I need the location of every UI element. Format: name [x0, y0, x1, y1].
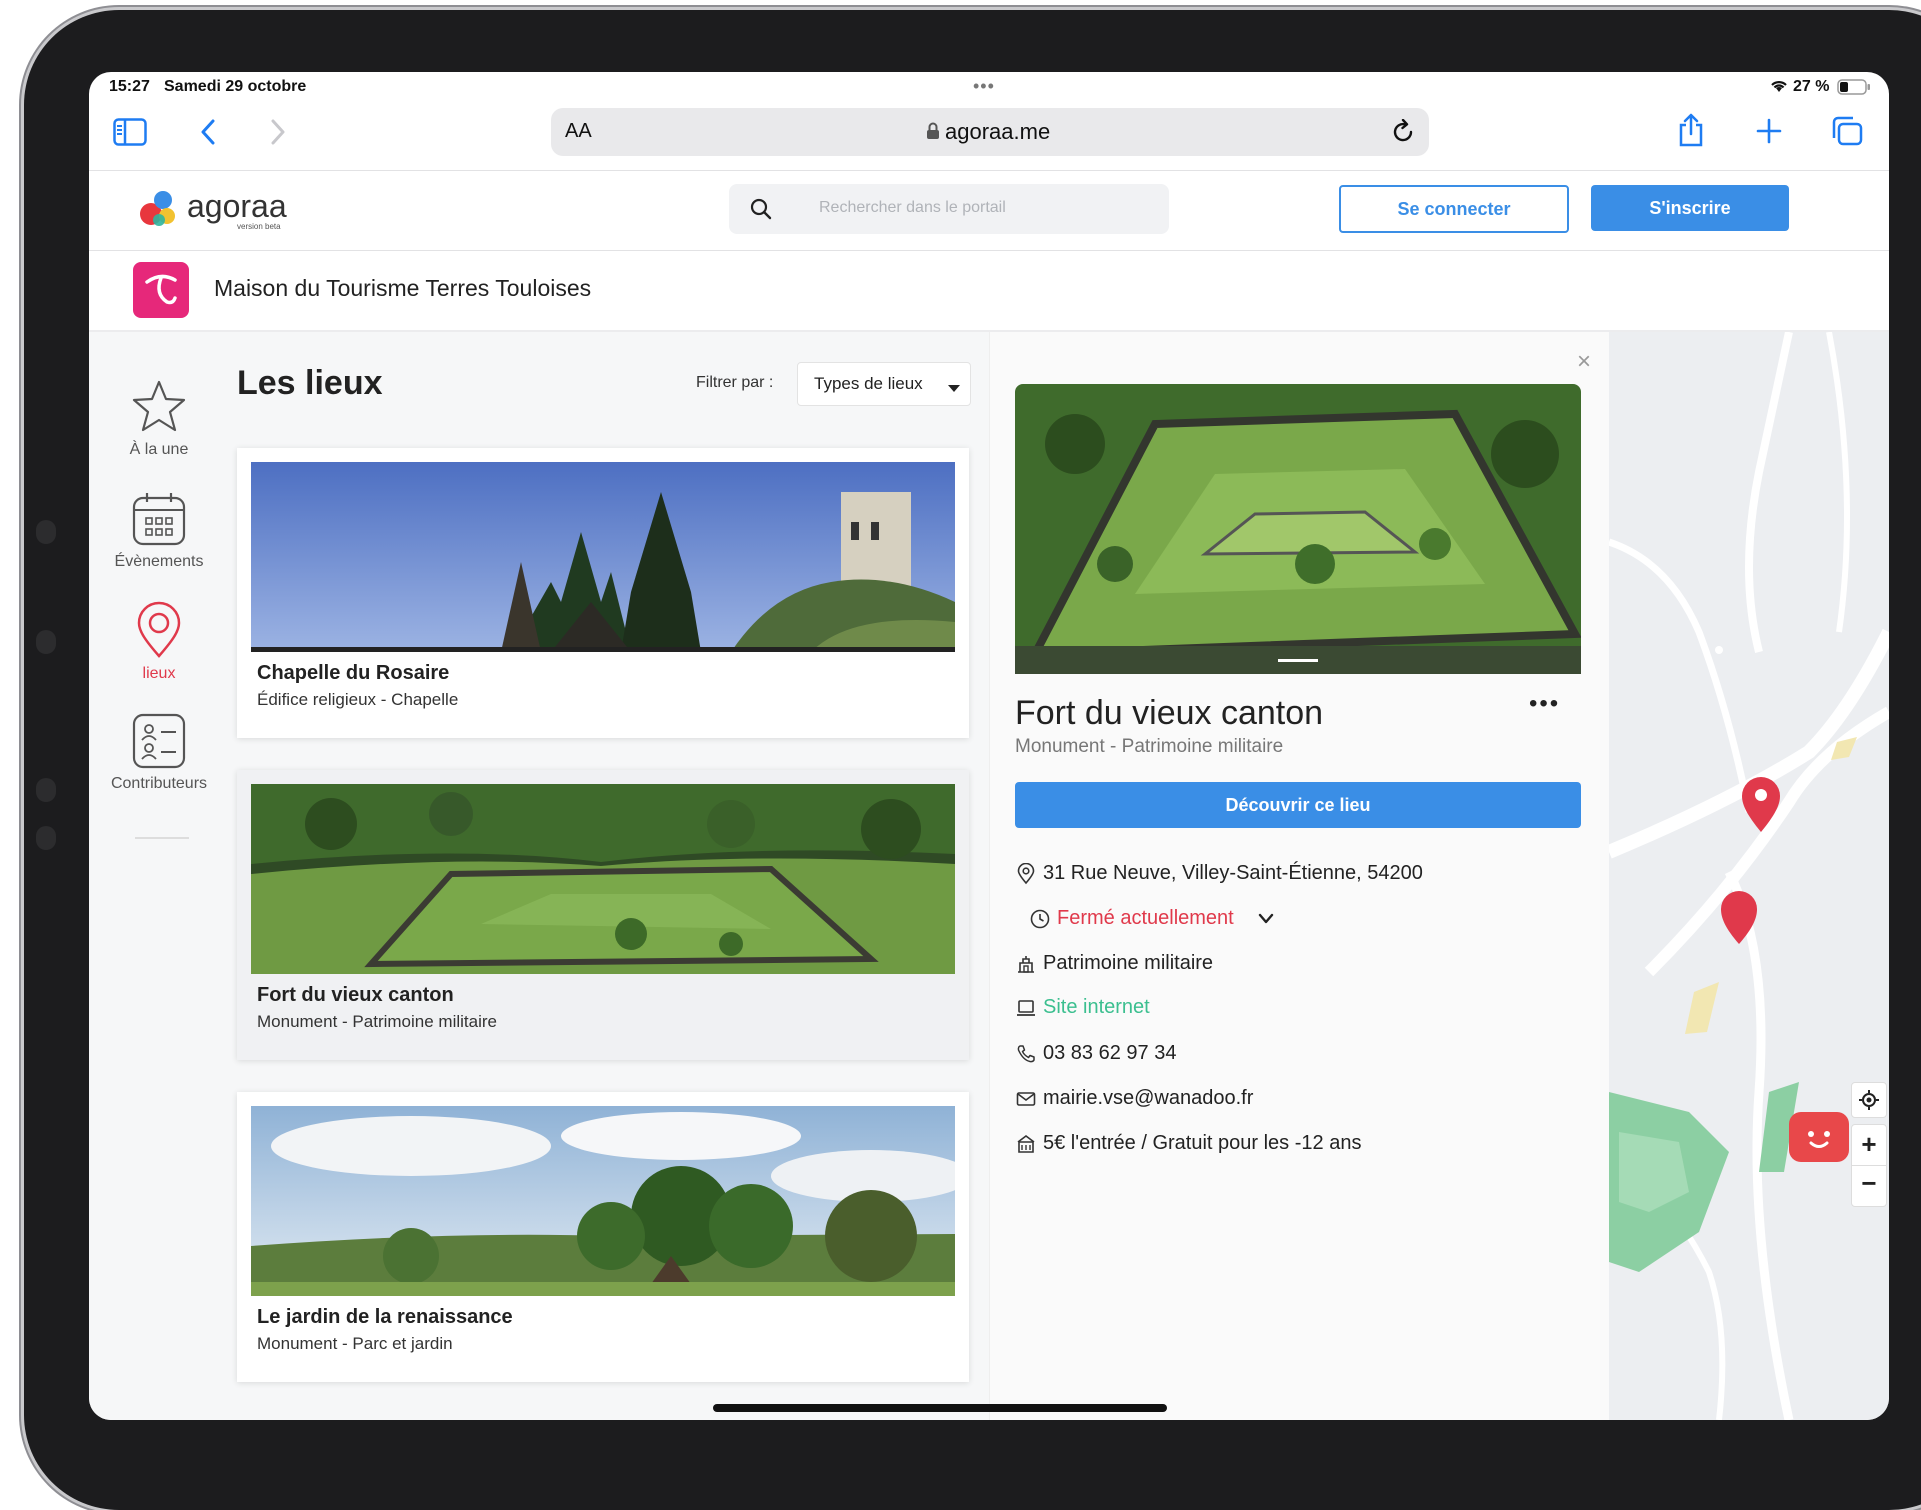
place-card[interactable]: Le jardin de la renaissance Monument - P… [237, 1092, 969, 1382]
place-card-selected[interactable]: Fort du vieux canton Monument - Patrimoi… [237, 770, 969, 1060]
back-arrow-icon[interactable] [199, 118, 217, 151]
battery-percent: 27 % [1793, 78, 1830, 95]
clock-icon [1030, 909, 1050, 928]
detail-title: Fort du vieux canton [1015, 694, 1324, 732]
mail-icon [1016, 1091, 1036, 1106]
site-logo-text[interactable]: agoraa [187, 188, 287, 225]
multitask-dots-icon[interactable]: ••• [973, 76, 995, 97]
opening-hours-row[interactable]: Fermé actuellement [1029, 907, 1274, 930]
website-row[interactable]: Site internet [1015, 996, 1150, 1019]
detail-photo-fort[interactable] [1015, 384, 1581, 674]
site-logo-sub: version beta [237, 222, 281, 231]
chat-bot-button[interactable] [1789, 1112, 1849, 1162]
nav-evenements[interactable]: Évènements [99, 490, 219, 571]
hardware-button [36, 630, 56, 654]
detail-email[interactable]: mairie.vse@wanadoo.fr [1043, 1087, 1253, 1110]
locate-me-icon[interactable] [1851, 1082, 1887, 1118]
map-zoom-in-button[interactable]: + [1851, 1124, 1887, 1166]
detail-price: 5€ l'entrée / Gratuit pour les -12 ans [1043, 1132, 1362, 1154]
hardware-button [36, 778, 56, 802]
wifi-icon [1769, 78, 1789, 99]
place-card[interactable]: Chapelle du Rosaire Édifice religieux - … [237, 448, 969, 738]
map-view[interactable] [1609, 332, 1889, 1420]
price-row: 5€ l'entrée / Gratuit pour les -12 ans [1015, 1132, 1361, 1155]
login-button[interactable]: Se connecter [1339, 185, 1569, 233]
hardware-button [36, 826, 56, 850]
forward-arrow-icon[interactable] [269, 118, 287, 151]
chat-bot-face-icon [1808, 1131, 1830, 1148]
calendar-icon [132, 493, 186, 546]
contacts-icon [132, 713, 186, 769]
place-photo-fort [251, 784, 955, 974]
status-time: 15:27 [109, 78, 150, 95]
close-icon[interactable]: × [1577, 348, 1591, 376]
org-logo[interactable] [133, 262, 189, 318]
dropdown-caret-icon [948, 380, 960, 398]
hardware-button [36, 520, 56, 544]
agoraa-logo-mark[interactable] [139, 186, 179, 235]
place-category: Monument - Patrimoine militaire [257, 1012, 497, 1031]
text-size-button[interactable]: AA [565, 120, 592, 143]
place-category: Édifice religieux - Chapelle [257, 690, 459, 709]
search-placeholder: Rechercher dans le portail [819, 199, 1006, 216]
map-pin-icon [137, 601, 181, 658]
place-category: Monument - Parc et jardin [257, 1334, 453, 1353]
reload-icon[interactable] [1391, 118, 1415, 150]
tabs-overview-icon[interactable] [1831, 116, 1863, 151]
website-link[interactable]: Site internet [1043, 996, 1150, 1019]
nav-divider [135, 837, 189, 839]
home-indicator [713, 1404, 1167, 1412]
detail-phone[interactable]: 03 83 62 97 34 [1043, 1042, 1176, 1065]
place-photo-jardin [251, 1106, 955, 1296]
chevron-down-icon[interactable] [1258, 913, 1274, 925]
nav-lieux[interactable]: lieux [99, 600, 219, 683]
nav-label: Contributeurs [110, 775, 208, 792]
new-tab-plus-icon[interactable] [1756, 118, 1782, 149]
filter-label: Filtrer par : [696, 374, 774, 391]
map-zoom-out-button[interactable]: − [1851, 1165, 1887, 1207]
hours-status: Fermé actuellement [1057, 907, 1234, 929]
detail-address: 31 Rue Neuve, Villey-Saint-Étienne, 5420… [1043, 862, 1423, 884]
place-photo-chapelle [251, 462, 955, 652]
detail-type: Patrimoine militaire [1043, 952, 1214, 974]
nav-label: À la une [129, 441, 189, 458]
search-icon [749, 197, 773, 226]
signup-button[interactable]: S'inscrire [1591, 185, 1789, 231]
list-title: Les lieux [237, 364, 383, 402]
nav-contributeurs[interactable]: Contributeurs [99, 712, 219, 793]
ticket-office-icon [1017, 1134, 1035, 1153]
phone-row[interactable]: 03 83 62 97 34 [1015, 1042, 1176, 1065]
place-name[interactable]: Le jardin de la renaissance [257, 1306, 513, 1329]
lock-icon [926, 122, 940, 145]
monument-icon [1018, 955, 1034, 973]
address-row: 31 Rue Neuve, Villey-Saint-Étienne, 5420… [1015, 862, 1423, 885]
filter-select[interactable]: Types de lieux [797, 362, 971, 406]
place-name[interactable]: Chapelle du Rosaire [257, 662, 449, 685]
more-options-icon[interactable]: ••• [1529, 690, 1560, 718]
status-date: Samedi 29 octobre [164, 78, 307, 95]
sidebar-toggle-icon[interactable] [113, 118, 147, 151]
nav-label: Évènements [114, 553, 204, 570]
tablet-screen: 15:27 Samedi 29 octobre ••• 27 % AA agor… [89, 72, 1889, 1420]
location-pin-icon [1017, 862, 1035, 884]
type-row: Patrimoine militaire [1015, 952, 1213, 975]
phone-icon [1017, 1044, 1035, 1062]
star-icon [132, 380, 186, 432]
detail-category: Monument - Patrimoine militaire [1015, 736, 1284, 757]
address-bar[interactable]: AA agoraa.me [551, 108, 1429, 156]
filter-value: Types de lieux [814, 374, 923, 393]
place-name[interactable]: Fort du vieux canton [257, 984, 454, 1007]
battery-icon [1837, 78, 1871, 101]
share-icon[interactable] [1677, 112, 1705, 153]
url-text[interactable]: agoraa.me [945, 119, 1050, 145]
nav-a-la-une[interactable]: À la une [99, 378, 219, 459]
org-name: Maison du Tourisme Terres Touloises [214, 275, 592, 301]
laptop-icon [1017, 999, 1035, 1016]
discover-place-button[interactable]: Découvrir ce lieu [1015, 782, 1581, 828]
nav-label: lieux [142, 665, 176, 682]
email-row[interactable]: mairie.vse@wanadoo.fr [1015, 1087, 1253, 1110]
site-search-input[interactable]: Rechercher dans le portail [729, 184, 1169, 234]
